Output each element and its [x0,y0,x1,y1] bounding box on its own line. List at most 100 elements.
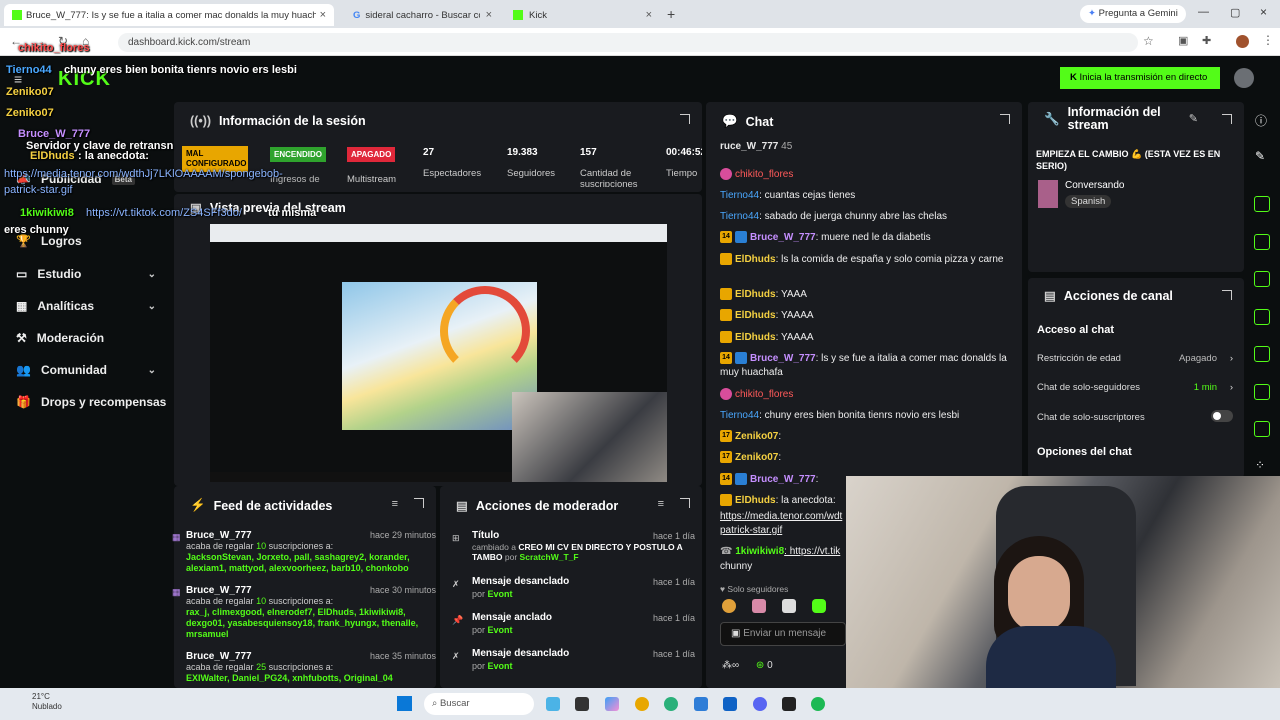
mod-by: por [472,625,488,635]
gemini-button[interactable]: ✦ Pregunta a Gemini [1080,5,1186,23]
new-tab-icon[interactable]: + [667,6,675,22]
sidebar-item-drops[interactable]: 🎁 Drops y recompensas [16,395,176,409]
expand-icon[interactable] [680,114,690,124]
sidebar-item-comunidad[interactable]: 👥 Comunidad ⌄ [16,363,156,377]
browser-tab-search[interactable]: G sideral cacharro - Buscar con G × [345,4,500,26]
spotify-icon[interactable] [811,697,825,711]
start-stream-button[interactable]: K Inicia la transmisión en directo [1060,67,1220,89]
chat-user[interactable]: 1kiwikiwi8 [735,546,784,557]
overlay-link[interactable]: https://media.tenor.com/wdthJj7LKlOAAAAM… [4,168,283,180]
subs-only-toggle[interactable] [1211,410,1233,422]
chat-user[interactable]: Bruce_W_777 [750,353,816,364]
expand-icon[interactable] [680,498,690,508]
user-avatar[interactable] [1234,68,1254,88]
category-name[interactable]: Conversando [1065,180,1124,191]
edge-icon[interactable] [664,697,678,711]
minimize-icon[interactable]: — [1198,6,1209,18]
browser-tab-chat[interactable]: Bruce_W_777: Is y se fue a italia a come… [4,4,334,26]
taskbar-search[interactable]: ⌕ Buscar [424,693,534,715]
task-view-icon[interactable] [575,697,589,711]
discord-icon[interactable] [753,697,767,711]
overlay-link[interactable]: https://vt.tiktok.com/ZS4SFf3do/ [86,207,242,219]
browser-tab-kick[interactable]: Kick × [505,4,660,26]
emote-icon[interactable] [722,599,736,613]
close-icon[interactable]: × [486,9,492,21]
menu-icon[interactable]: ⋮ [1262,33,1274,47]
followers-only-row[interactable]: Chat de solo-seguidores 1 min › [1037,382,1233,393]
emote-icon[interactable] [812,599,826,613]
crop-icon[interactable] [1254,196,1270,212]
chat-user[interactable]: Bruce_W_777 [750,474,816,485]
chat-message: ElDhuds: YAAAA [720,309,1010,323]
chat-user[interactable]: Tierno44 [720,211,759,222]
url-field[interactable]: dashboard.kick.com/stream [118,33,1138,52]
puzzle-icon[interactable]: ✚ [1202,34,1211,47]
sidebar-item-analiticas[interactable]: ▦ Analíticas ⌄ [16,299,156,313]
chat-user[interactable]: ElDhuds [735,310,776,321]
sidebar-item-estudio[interactable]: ▭ Estudio ⌄ [16,267,156,281]
chat-user[interactable]: ElDhuds [735,254,776,265]
stream-preview-video[interactable] [210,224,667,482]
terminal-icon[interactable] [782,697,796,711]
chat-user[interactable]: Tierno44 [720,190,759,201]
info-icon[interactable]: ⓘ [1255,112,1267,129]
chat-user[interactable]: Zeniko07 [735,452,778,463]
age-label: Restricción de edad [1037,353,1121,364]
chat-user[interactable]: ElDhuds [735,289,776,300]
avatar[interactable] [1236,35,1249,48]
sidebar-item-moderacion[interactable]: ⚒ Moderación [16,331,156,345]
expand-icon[interactable] [414,498,424,508]
chat-input[interactable]: ▣ Enviar un mensaje [720,622,846,646]
chrome-icon[interactable] [635,697,649,711]
filter-icon[interactable]: ≡ [658,498,664,510]
extensions-icon[interactable]: ▣ [1178,34,1188,47]
chat-user[interactable]: Zeniko07 [735,431,778,442]
bolt-icon: ⚡ [190,498,206,512]
users-icon[interactable]: ⁂∞ [722,660,739,671]
overlay-link[interactable]: patrick-star.gif [4,184,72,196]
outlook-icon[interactable] [723,697,737,711]
pencil-icon[interactable]: ✎ [1255,149,1265,163]
chat-bubble-icon[interactable] [1254,309,1270,325]
emote-icon[interactable] [782,599,796,613]
bolt-icon[interactable] [1254,234,1270,250]
subs-only-row[interactable]: Chat de solo-suscriptores [1037,410,1233,423]
chat-link-text[interactable]: patrick-star.gif [720,525,782,536]
chat-user[interactable]: ElDhuds [735,332,776,343]
chat-user[interactable]: Bruce_W_777 [750,232,816,243]
chat-link[interactable]: https://media.tenor.com/wdt [720,510,845,524]
filter-icon[interactable]: ≡ [392,498,398,510]
expand-icon[interactable] [1222,114,1232,124]
broadcast-icon[interactable] [1254,346,1270,362]
chat-link[interactable]: patrick-star.gif [720,524,845,538]
list-icon[interactable] [1254,384,1270,400]
age-restriction-row[interactable]: Restricción de edad Apagado › [1037,353,1233,364]
app-icon[interactable] [546,697,560,711]
chat-user[interactable]: chikito_flores [735,169,793,180]
maximize-icon[interactable]: ▢ [1230,6,1240,19]
close-icon[interactable]: × [320,9,326,21]
document-icon[interactable] [1254,271,1270,287]
close-window-icon[interactable]: × [1260,5,1267,19]
chat-link-text[interactable]: https://media.tenor.com/wdt [720,511,842,522]
chat-user[interactable]: chikito_flores [735,389,793,400]
hammer-icon[interactable] [1254,421,1270,437]
store-icon[interactable] [694,697,708,711]
overlay-user: Bruce_W_777 [18,128,91,140]
expand-icon[interactable] [1000,114,1010,124]
session-title: Información de la sesión [219,114,366,128]
close-icon[interactable]: × [646,9,652,21]
sidebar-item-logros[interactable]: 🏆 Logros [16,234,156,248]
copilot-icon[interactable] [605,697,619,711]
chat-user[interactable]: Tierno44 [720,410,759,421]
edit-icon[interactable]: ✎ [1189,112,1198,125]
points-icon[interactable]: ⊛ [756,660,764,671]
emote-icon[interactable] [752,599,766,613]
expand-icon[interactable] [1222,290,1232,300]
windows-start-icon[interactable] [397,696,412,711]
chat-message: 17 Zeniko07: [720,451,1010,465]
star-icon[interactable]: ☆ [1143,34,1154,48]
chat-user[interactable]: ElDhuds [735,495,776,506]
weather-widget[interactable]: 21°C Nublado [32,692,62,712]
grid-icon[interactable]: ⁘ [1255,458,1265,472]
